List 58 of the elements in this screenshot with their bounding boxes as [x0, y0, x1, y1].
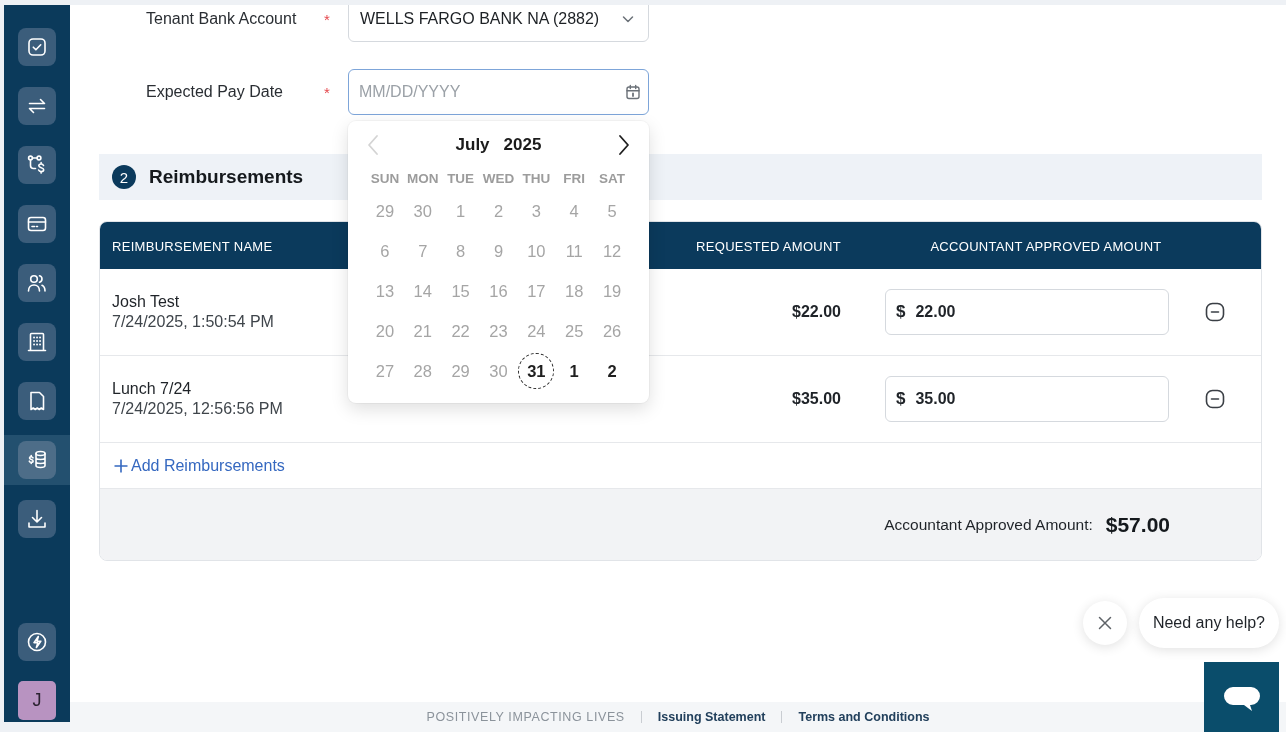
reimbursement-timestamp: 7/24/2025, 12:56:56 PM	[112, 399, 284, 419]
add-reimbursements-link[interactable]: Add Reimbursements	[114, 456, 285, 475]
amount-input[interactable]: $ 22.00	[885, 289, 1169, 335]
building-icon	[18, 323, 56, 361]
next-month-button[interactable]	[617, 134, 631, 156]
account-select[interactable]: WELLS FARGO BANK NA (2882)	[348, 5, 649, 42]
calendar-icon[interactable]	[625, 84, 641, 100]
swap-arrows-icon	[18, 87, 56, 125]
reimbursement-timestamp: 7/24/2025, 1:50:54 PM	[112, 312, 275, 332]
field-label: Expected Pay Date	[146, 83, 284, 101]
date-input[interactable]: MM/DD/YYYY	[348, 69, 649, 115]
weekday-label: FRI	[563, 170, 586, 186]
reimbursement-name: Josh Test	[112, 292, 181, 312]
column-header: REIMBURSEMENT NAME	[112, 238, 273, 254]
requested-amount: $22.00	[792, 303, 841, 320]
field-label: Tenant Bank Account	[146, 10, 298, 28]
reimbursement-name: Lunch 7/24	[112, 379, 193, 399]
requested-amount: $35.00	[792, 390, 841, 407]
weekday-label: MON	[407, 170, 439, 186]
step-number-badge: 2	[112, 165, 136, 189]
calendar-day[interactable]: 1	[556, 353, 593, 389]
help-bubble: Need any help?	[1138, 598, 1279, 648]
total-label: Accountant Approved Amount:	[884, 515, 1093, 534]
weekday-label: TUE	[447, 170, 475, 186]
year-label: 2025	[503, 135, 542, 155]
footer-link[interactable]: Issuing Statement	[657, 710, 766, 724]
user-avatar[interactable]: J	[18, 681, 56, 720]
remove-icon[interactable]	[1205, 302, 1225, 322]
close-icon	[1096, 615, 1113, 631]
footer-tagline: POSITIVELY IMPACTING LIVES	[426, 710, 625, 724]
lightning-icon	[18, 623, 56, 661]
amount-input[interactable]: $ 35.00	[885, 376, 1169, 422]
required-asterisk: *	[324, 10, 331, 28]
column-header: ACCOUNTANT APPROVED AMOUNT	[930, 238, 1162, 254]
nav-button[interactable]	[4, 435, 70, 485]
total-amount: $57.00	[1105, 512, 1170, 537]
people-icon	[18, 264, 56, 302]
weekday-label: WED	[482, 170, 515, 186]
section-title: Reimbursements	[149, 166, 304, 188]
weekday-label: SUN	[370, 170, 400, 186]
chevron-left-icon	[366, 134, 380, 156]
weekday-label: THU	[522, 170, 551, 186]
download-icon	[18, 500, 56, 538]
plus-icon	[114, 458, 128, 473]
column-header: REQUESTED AMOUNT	[696, 238, 841, 254]
month-label: July	[455, 135, 490, 155]
checkbox-icon	[18, 28, 56, 66]
dollar-coins-icon	[18, 441, 56, 479]
remove-icon[interactable]	[1205, 389, 1225, 409]
document-icon	[18, 382, 56, 420]
chevron-right-icon	[617, 134, 631, 156]
weekday-label: SAT	[599, 170, 626, 186]
branch-dollar-icon	[18, 146, 56, 184]
calendar-day[interactable]: 2	[594, 353, 631, 389]
credit-card-icon	[18, 205, 56, 243]
required-asterisk: *	[324, 83, 331, 101]
chat-button[interactable]	[1204, 662, 1279, 732]
footer-link[interactable]: Terms and Conditions	[798, 710, 930, 724]
